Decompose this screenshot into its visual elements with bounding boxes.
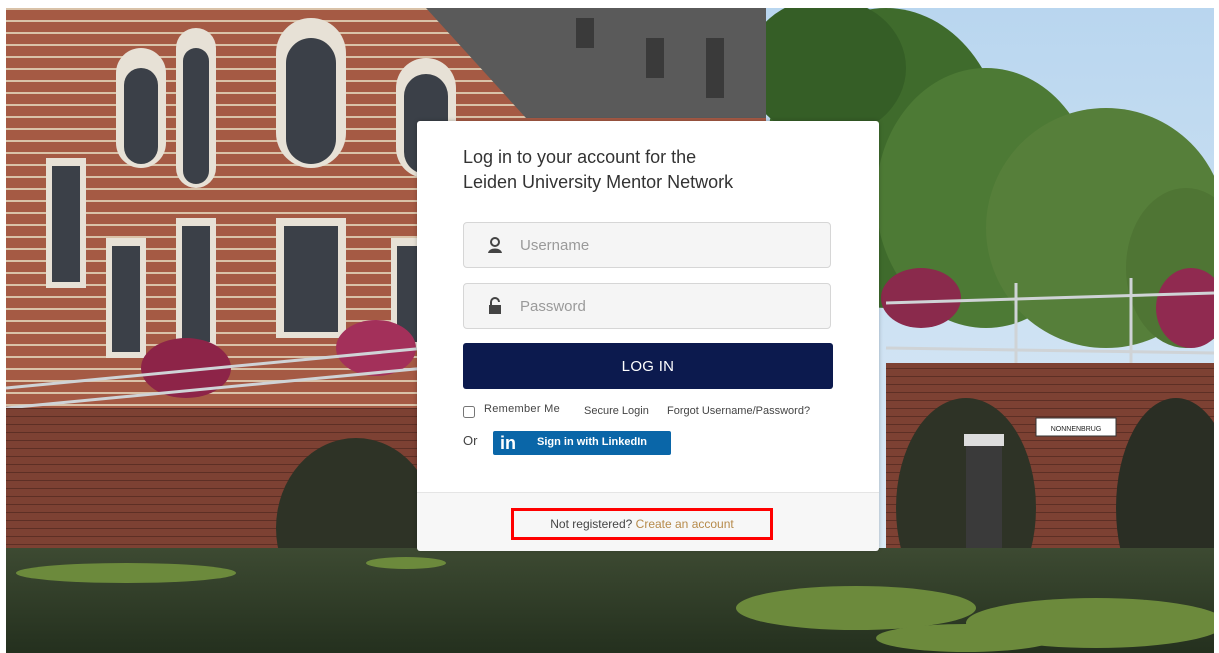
login-button[interactable]: LOG IN <box>463 343 833 389</box>
login-title-line1: Log in to your account for the <box>463 147 697 167</box>
username-input[interactable] <box>520 223 820 267</box>
user-icon <box>488 237 502 253</box>
forgot-credentials-link[interactable]: Forgot Username/Password? <box>667 405 810 417</box>
password-input[interactable] <box>520 284 820 328</box>
card-footer: Not registered? Create an account <box>417 492 879 551</box>
login-options: Remember Me Secure Login Forgot Username… <box>463 403 843 423</box>
username-field[interactable] <box>463 222 831 268</box>
secure-login-link[interactable]: Secure Login <box>584 405 649 417</box>
remember-me-checkbox[interactable] <box>463 406 475 418</box>
create-account-link[interactable]: Create an account <box>636 517 734 531</box>
linkedin-signin-label: Sign in with LinkedIn <box>537 436 647 448</box>
bridge-sign: NONNENBRUG <box>1051 426 1102 433</box>
or-label: Or <box>463 433 478 448</box>
login-card: Log in to your account for the Leiden Un… <box>417 121 879 551</box>
linkedin-signin-button[interactable]: in Sign in with LinkedIn <box>493 431 671 455</box>
remember-me-label[interactable]: Remember Me <box>484 403 560 415</box>
register-highlight: Not registered? Create an account <box>511 508 773 540</box>
login-title-line2: Leiden University Mentor Network <box>463 172 734 192</box>
login-title: Log in to your account for the Leiden Un… <box>463 145 843 195</box>
password-field[interactable] <box>463 283 831 329</box>
unlock-icon <box>489 297 501 314</box>
not-registered-text: Not registered? <box>550 517 636 531</box>
linkedin-icon: in <box>495 433 521 453</box>
